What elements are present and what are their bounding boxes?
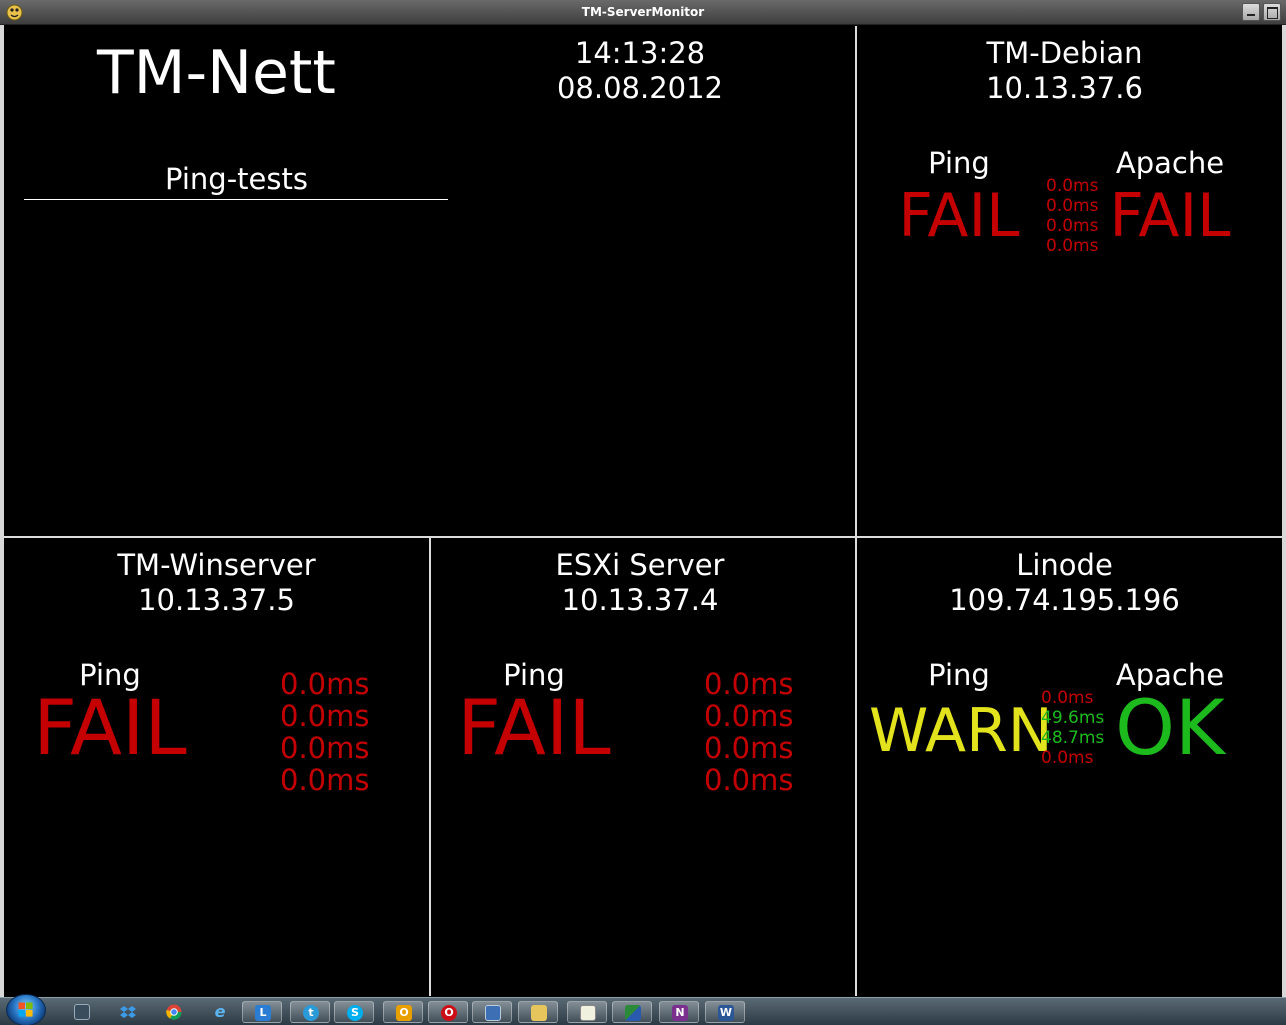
- opera-glyph: O: [441, 1005, 457, 1021]
- ping-status: FAIL: [33, 683, 187, 772]
- network-icon[interactable]: [62, 1001, 102, 1023]
- ping-status: WARN: [869, 696, 1053, 766]
- dropbox-icon[interactable]: [108, 1001, 148, 1023]
- opera-icon[interactable]: O: [428, 1001, 468, 1023]
- outlook-icon[interactable]: O: [383, 1001, 423, 1023]
- server-name: TM-Winserver: [117, 548, 316, 582]
- skype-icon[interactable]: S: [334, 1001, 374, 1023]
- onenote-glyph: N: [672, 1005, 688, 1021]
- word-icon[interactable]: W: [705, 1001, 745, 1023]
- apache-status: FAIL: [1109, 181, 1231, 251]
- skype-glyph: S: [347, 1005, 363, 1021]
- taskbar: e L t S O O N W: [0, 994, 1286, 1025]
- brand-panel: TM-Nett Ping-tests: [4, 26, 448, 536]
- ping-time: 0.0ms: [704, 731, 794, 765]
- ping-times: 0.0ms 49.6ms 48.7ms 0.0ms: [1041, 688, 1104, 768]
- ping-time: 0.0ms: [1041, 688, 1094, 708]
- ie-glyph: e: [214, 1002, 226, 1021]
- ping-time: 0.0ms: [280, 699, 370, 733]
- tweetdeck-glyph: t: [303, 1005, 319, 1021]
- section-underline: [24, 199, 448, 200]
- server-ip: 109.74.195.196: [949, 583, 1180, 617]
- brand-title: TM-Nett: [97, 38, 336, 108]
- clock-panel: 14:13:28 08.08.2012: [430, 26, 855, 536]
- window-frame-right: [1282, 25, 1286, 997]
- ping-status: FAIL: [457, 683, 611, 772]
- ping-time: 0.0ms: [1041, 748, 1094, 768]
- tweetdeck-icon[interactable]: t: [290, 1001, 330, 1023]
- clock-date: 08.08.2012: [556, 71, 724, 105]
- outlook-glyph: O: [396, 1005, 412, 1021]
- onenote-icon[interactable]: N: [659, 1001, 699, 1023]
- ping-time: 0.0ms: [704, 699, 794, 733]
- apache-status: OK: [1115, 683, 1225, 772]
- ping-time: 0.0ms: [280, 731, 370, 765]
- ping-times: 0.0ms 0.0ms 0.0ms 0.0ms: [704, 668, 793, 796]
- ping-time: 0.0ms: [704, 763, 794, 797]
- server-panel-debian: TM-Debian 10.13.37.6 Ping FAIL 0.0ms 0.0…: [857, 26, 1282, 536]
- word-glyph: W: [718, 1005, 734, 1021]
- ping-label: Ping: [928, 658, 990, 692]
- network-map-icon[interactable]: [612, 1001, 652, 1023]
- ping-status: FAIL: [898, 181, 1020, 251]
- ping-times: 0.0ms 0.0ms 0.0ms 0.0ms: [280, 668, 369, 796]
- window-titlebar[interactable]: TM-ServerMonitor: [0, 0, 1286, 25]
- internet-explorer-icon[interactable]: e: [200, 1001, 240, 1023]
- section-title: Ping-tests: [165, 162, 308, 196]
- ping-time: 0.0ms: [280, 763, 370, 797]
- lync-icon[interactable]: L: [242, 1001, 282, 1023]
- clock-time: 14:13:28: [574, 36, 706, 70]
- apache-label: Apache: [1115, 146, 1225, 180]
- start-button[interactable]: [6, 994, 46, 1025]
- server-ip: 10.13.37.5: [138, 583, 295, 617]
- server-panel-esxi: ESXi Server 10.13.37.4 Ping FAIL 0.0ms 0…: [431, 538, 855, 996]
- windows-logo-icon: [18, 1002, 33, 1017]
- minimize-button[interactable]: [1242, 3, 1260, 21]
- notepad-icon[interactable]: [567, 1001, 607, 1023]
- virtualbox-icon[interactable]: [472, 1001, 512, 1023]
- ping-time: 49.6ms: [1041, 708, 1105, 728]
- server-ip: 10.13.37.4: [561, 583, 719, 617]
- server-ip: 10.13.37.6: [986, 71, 1143, 105]
- server-name: Linode: [1016, 548, 1113, 582]
- lync-glyph: L: [255, 1005, 271, 1021]
- ping-time: 0.0ms: [704, 667, 794, 701]
- maximize-button[interactable]: [1263, 3, 1281, 21]
- explorer-folder-icon[interactable]: [518, 1001, 558, 1023]
- server-name: TM-Debian: [986, 36, 1143, 70]
- window-title: TM-ServerMonitor: [581, 5, 705, 19]
- server-name: ESXi Server: [555, 548, 725, 582]
- ping-time: 0.0ms: [280, 667, 370, 701]
- server-panel-linode: Linode 109.74.195.196 Ping WARN 0.0ms 49…: [857, 538, 1282, 996]
- server-panel-winserver: TM-Winserver 10.13.37.5 Ping FAIL 0.0ms …: [4, 538, 429, 996]
- ping-label: Ping: [928, 146, 990, 180]
- ping-time: 48.7ms: [1041, 728, 1105, 748]
- chrome-icon[interactable]: [154, 1001, 194, 1023]
